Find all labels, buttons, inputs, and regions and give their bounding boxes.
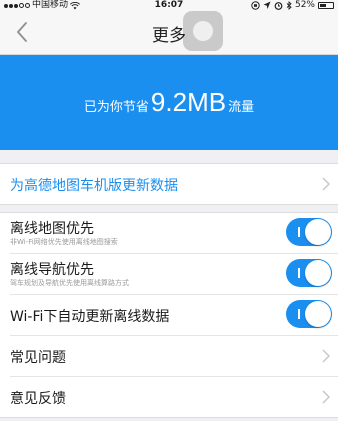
offline-map-toggle[interactable] [286,218,332,246]
setting-title: 离线地图优先 [10,221,94,237]
toggle-on-mark [298,309,300,319]
battery-percent: 52% [294,0,315,10]
page-title: 更多 [152,26,186,46]
battery-level [320,4,326,7]
settings-group: 离线地图优先 非Wi-Fi网络优先使用离线地图搜索 离线导航优先 驾车规划及导航… [0,212,338,418]
setting-row-offline-map: 离线地图优先 非Wi-Fi网络优先使用离线地图搜索 [10,213,338,254]
wifi-auto-update-toggle[interactable] [286,300,332,328]
faq-row[interactable]: 常见问题 [10,336,338,377]
setting-row-wifi-update: Wi-Fi下自动更新离线数据 [10,295,338,336]
car-update-label: 为高德地图车机版更新数据 [10,178,178,194]
setting-row-offline-nav: 离线导航优先 驾车规划及导航优先使用离线算路方式 [10,254,338,295]
feedback-label: 意见反馈 [10,391,66,407]
toggle-knob [305,260,331,286]
feedback-row[interactable]: 意见反馈 [10,377,338,417]
car-update-group: 为高德地图车机版更新数据 [0,163,338,205]
bluetooth-icon [286,1,292,10]
setting-subtitle: 驾车规划及导航优先使用离线算路方式 [10,279,129,287]
chevron-right-icon [322,390,330,404]
offline-nav-toggle[interactable] [286,259,332,287]
toggle-on-mark [298,227,300,237]
location-lock-icon [251,1,260,10]
chevron-right-icon [322,177,330,191]
alarm-icon [274,2,283,10]
status-right: 52% [251,0,334,11]
chevron-right-icon [322,349,330,363]
banner-value: 9.2MB [150,87,227,117]
toggle-knob [305,301,331,327]
nav-bar: 更多 [0,11,338,55]
setting-title: Wi-Fi下自动更新离线数据 [10,309,170,325]
status-bar: 中国移动 16:07 52% [0,0,338,11]
setting-subtitle: 非Wi-Fi网络优先使用离线地图搜索 [10,238,118,246]
banner-suffix: 流量 [228,100,255,115]
car-update-row[interactable]: 为高德地图车机版更新数据 [10,164,338,204]
banner-prefix: 已为你节省 [83,100,149,115]
traffic-saved-banner: 已为你节省 9.2MB 流量 [0,55,338,150]
setting-title: 离线导航优先 [10,262,94,278]
battery-icon [318,2,334,9]
location-arrow-icon [263,1,271,9]
faq-label: 常见问题 [10,350,66,366]
toggle-on-mark [298,268,300,278]
toggle-knob [305,219,331,245]
assistive-touch-button[interactable] [183,11,223,51]
